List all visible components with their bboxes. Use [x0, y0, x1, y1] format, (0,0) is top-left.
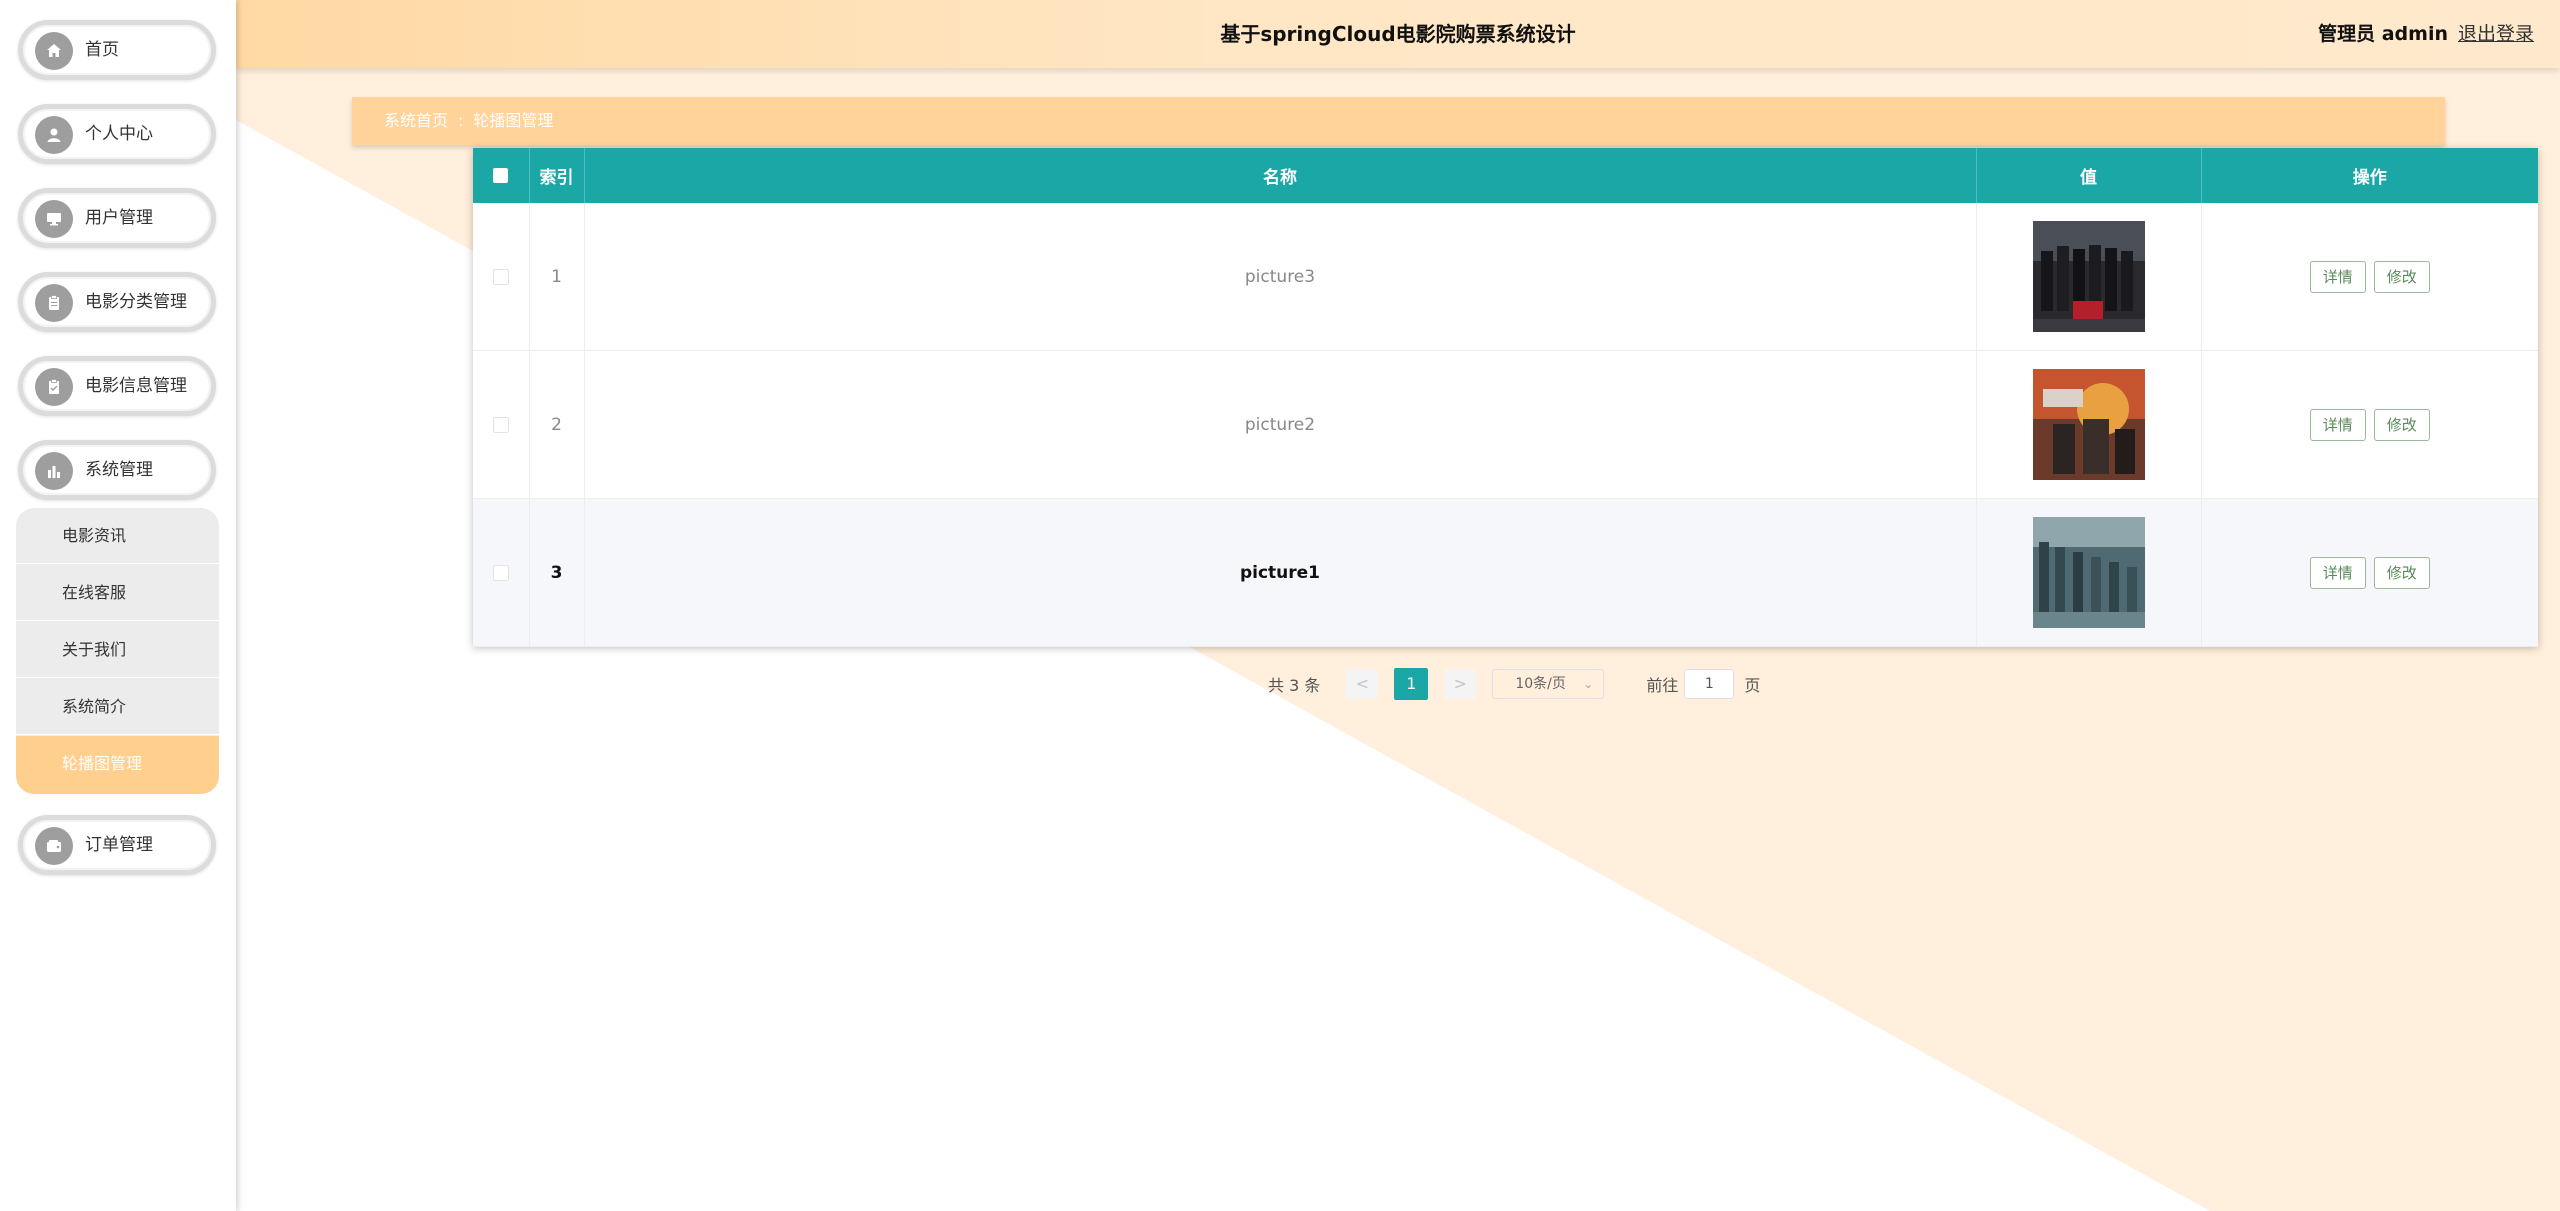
admin-label: 管理员 admin	[2318, 23, 2448, 45]
sidebar-item-system[interactable]: 系统管理	[18, 440, 216, 500]
clipboard-check-icon	[35, 368, 73, 406]
row-checkbox[interactable]	[492, 416, 509, 433]
column-header-value: 值	[1976, 148, 2202, 203]
prev-page-button[interactable]: <	[1346, 669, 1379, 699]
row-index: 1	[529, 203, 585, 351]
carousel-image-thumbnail	[2032, 221, 2145, 332]
row-checkbox[interactable]	[492, 268, 509, 285]
sidebar-item-label: 用户管理	[85, 208, 153, 228]
edit-button[interactable]: 修改	[2373, 408, 2430, 441]
select-all-column	[473, 148, 530, 203]
submenu-item-system-intro[interactable]: 系统简介	[16, 679, 219, 735]
goto-page-input[interactable]	[1684, 669, 1735, 699]
column-header-name: 名称	[584, 148, 1977, 203]
row-name: picture1	[584, 498, 1977, 647]
breadcrumb-separator: :	[458, 111, 464, 130]
chevron-down-icon: ⌄	[1583, 677, 1594, 691]
row-index: 3	[529, 498, 585, 647]
row-index: 2	[529, 350, 585, 499]
select-all-checkbox[interactable]	[493, 168, 509, 183]
row-name: picture2	[584, 350, 1977, 499]
submenu-item-online-service[interactable]: 在线客服	[16, 565, 219, 621]
page-size-value: 10条/页	[1515, 676, 1566, 692]
next-page-button[interactable]: >	[1444, 669, 1477, 699]
detail-button[interactable]: 详情	[2309, 260, 2366, 293]
edit-button[interactable]: 修改	[2373, 556, 2430, 589]
pagination: 共 3 条 < 1 > 10条/页 ⌄ 前往 页	[1268, 668, 1760, 700]
table-row: 3 picture1 详情 修改	[473, 498, 2538, 647]
sidebar-item-label: 个人中心	[85, 124, 153, 144]
sidebar-item-label: 电影信息管理	[85, 376, 187, 396]
column-header-index: 索引	[529, 148, 585, 203]
sidebar-item-label: 电影分类管理	[85, 292, 187, 312]
page-size-select[interactable]: 10条/页 ⌄	[1492, 669, 1605, 699]
monitor-icon	[35, 200, 73, 238]
logout-link[interactable]: 退出登录	[2458, 0, 2534, 68]
sidebar-item-movie-category[interactable]: 电影分类管理	[18, 272, 216, 332]
sidebar-item-orders[interactable]: 订单管理	[18, 815, 216, 875]
sidebar-item-label: 订单管理	[85, 835, 153, 855]
detail-button[interactable]: 详情	[2309, 408, 2366, 441]
wallet-icon	[35, 827, 73, 865]
home-icon	[35, 32, 73, 70]
breadcrumb-home[interactable]: 系统首页	[384, 111, 448, 130]
carousel-image-thumbnail	[2032, 369, 2145, 480]
table-row: 2 picture2 详情 修改	[473, 350, 2538, 499]
pagination-total: 共 3 条	[1268, 676, 1321, 695]
sidebar-item-profile[interactable]: 个人中心	[18, 104, 216, 164]
user-icon	[35, 116, 73, 154]
breadcrumb: 系统首页: 轮播图管理	[352, 97, 2445, 145]
bar-chart-icon	[35, 452, 73, 490]
carousel-table: 索引 名称 值 操作 1 picture3 详情 修改 2 picture2 详…	[473, 148, 2538, 647]
system-submenu: 电影资讯 在线客服 关于我们 系统简介 轮播图管理	[16, 508, 219, 794]
submenu-item-about-us[interactable]: 关于我们	[16, 622, 219, 678]
row-checkbox[interactable]	[492, 564, 509, 581]
table-row: 1 picture3 详情 修改	[473, 203, 2538, 351]
clipboard-icon	[35, 284, 73, 322]
carousel-image-thumbnail	[2032, 517, 2145, 628]
submenu-item-carousel[interactable]: 轮播图管理	[16, 736, 219, 794]
sidebar: 首页 个人中心 用户管理 电影分类管理 电影信息管理 系统管理 电影资讯 在线客…	[0, 0, 236, 1211]
breadcrumb-current: 轮播图管理	[473, 111, 554, 130]
sidebar-item-home[interactable]: 首页	[18, 20, 216, 80]
detail-button[interactable]: 详情	[2309, 556, 2366, 589]
table-header-row: 索引 名称 值 操作	[473, 148, 2538, 203]
page-number-button[interactable]: 1	[1394, 668, 1429, 700]
sidebar-item-label: 首页	[85, 40, 119, 60]
submenu-item-movie-news[interactable]: 电影资讯	[16, 508, 219, 564]
sidebar-item-label: 系统管理	[85, 460, 153, 480]
app-title: 基于springCloud电影院购票系统设计	[1220, 22, 1576, 46]
top-header: 基于springCloud电影院购票系统设计 管理员 admin 退出登录	[236, 0, 2560, 68]
edit-button[interactable]: 修改	[2373, 260, 2430, 293]
sidebar-item-users[interactable]: 用户管理	[18, 188, 216, 248]
sidebar-item-movie-info[interactable]: 电影信息管理	[18, 356, 216, 416]
row-name: picture3	[584, 203, 1977, 351]
page-suffix-label: 页	[1744, 676, 1761, 695]
goto-label: 前往	[1646, 676, 1679, 695]
column-header-actions: 操作	[2201, 148, 2538, 203]
